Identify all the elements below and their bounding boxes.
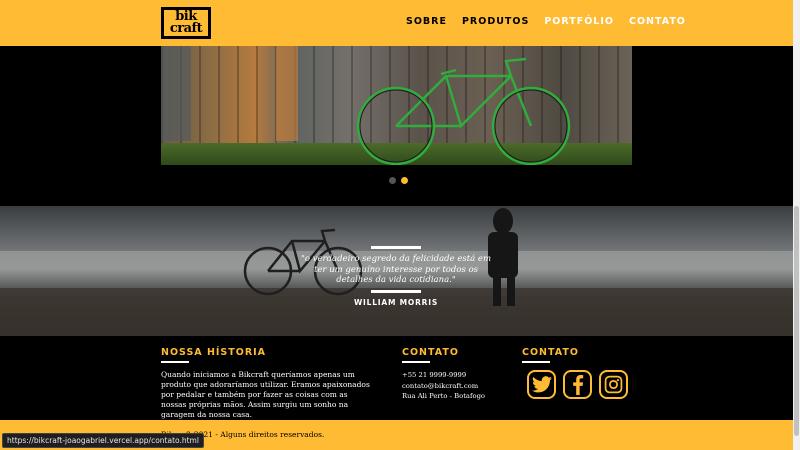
quote-top-bar xyxy=(371,246,421,249)
nav-produtos[interactable]: PRODUTOS xyxy=(462,16,529,27)
main-nav: SOBRE PRODUTOS PORTFÓLIO CONTATO xyxy=(406,16,701,27)
nav-portfolio[interactable]: PORTFÓLIO xyxy=(544,16,614,27)
scrollbar-thumb[interactable] xyxy=(794,206,799,436)
quote-box: "o verdadeiro segredo da felicidade está… xyxy=(300,246,492,307)
historia-text: Quando iniciamos a Bikcraft queríamos ap… xyxy=(161,370,370,419)
contact-phone[interactable]: +55 21 9999-9999 xyxy=(402,370,485,381)
slider-dot-2[interactable] xyxy=(401,177,408,184)
bikcraft-logo[interactable]: bik craft xyxy=(161,7,211,39)
nav-contato[interactable]: CONTATO xyxy=(629,16,686,27)
contact-address: Rua Ali Perto - Botafogo xyxy=(402,392,486,400)
site-header: bik craft SOBRE PRODUTOS PORTFÓLIO CONTA… xyxy=(0,0,793,46)
social-title: CONTATO xyxy=(522,347,579,358)
quote-section: "o verdadeiro segredo da felicidade está… xyxy=(0,206,793,336)
link-status-url: https://bikcraft-joaogabriel.vercel.app/… xyxy=(2,433,204,448)
quote-text: "o verdadeiro segredo da felicidade está… xyxy=(300,254,492,285)
historia-title: NOSSA HÍSTORIA xyxy=(161,347,267,358)
slide-image-bicycle xyxy=(161,46,632,165)
logo-line2: craft xyxy=(169,21,203,36)
slider-dots xyxy=(389,177,408,184)
contato-bar xyxy=(402,361,430,363)
footer-info: NOSSA HÍSTORIA Quando iniciamos a Bikcra… xyxy=(0,336,793,420)
quote-bottom-bar xyxy=(371,289,421,293)
image-slider xyxy=(0,46,793,206)
page-scrollbar[interactable] xyxy=(793,0,800,450)
quote-author: WILLIAM MORRIS xyxy=(353,297,439,307)
historia-bar xyxy=(161,361,189,363)
twitter-icon[interactable] xyxy=(527,370,556,399)
contact-email[interactable]: contato@bikcraft.com xyxy=(402,381,485,392)
slider-dot-1[interactable] xyxy=(389,177,396,184)
instagram-icon[interactable] xyxy=(599,370,628,399)
facebook-icon[interactable] xyxy=(563,370,592,399)
contact-list: +55 21 9999-9999 contato@bikcraft.com Ru… xyxy=(402,370,485,402)
social-bar xyxy=(522,361,550,363)
social-links xyxy=(527,370,628,399)
contato-title: CONTATO xyxy=(402,347,459,358)
nav-sobre[interactable]: SOBRE xyxy=(406,16,447,27)
